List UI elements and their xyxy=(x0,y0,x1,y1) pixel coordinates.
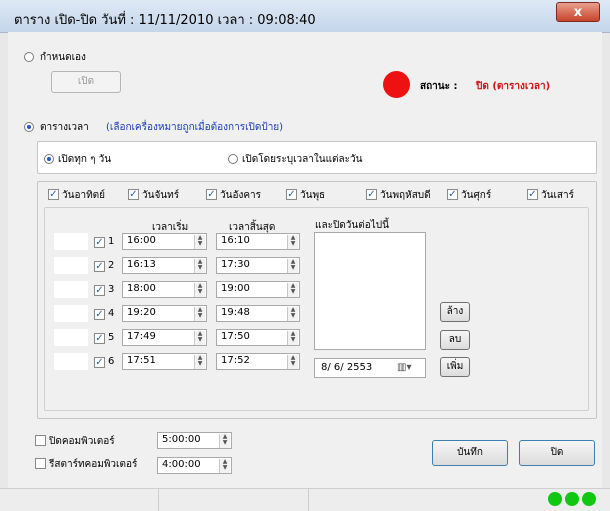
close-window-button[interactable]: x xyxy=(556,2,600,22)
end-time-spinner[interactable]: ▲ ▼ xyxy=(287,307,298,321)
day-checkbox[interactable]: ✓ xyxy=(447,189,458,200)
delete-button[interactable]: ลบ xyxy=(440,330,470,350)
mode-per-day-radio[interactable] xyxy=(228,154,238,164)
row-checkbox[interactable]: ✓ xyxy=(94,309,105,320)
status-bar-segment xyxy=(8,489,159,511)
end-time-value: 16:10 xyxy=(221,235,250,246)
closed-date-picker[interactable]: 8/ 6/ 2553 ▥▾ xyxy=(314,358,426,378)
start-time-spinner[interactable]: ▲ ▼ xyxy=(194,307,205,321)
day-checkbox[interactable]: ✓ xyxy=(128,189,139,200)
closed-days-header: และปิดวันต่อไปนี้ xyxy=(315,220,389,231)
manual-label: กำหนดเอง xyxy=(40,52,86,63)
start-time-spinner[interactable]: ▲ ▼ xyxy=(194,283,205,297)
title-bar: ตาราง เปิด-ปิด วันที่ : 11/11/2010 เวลา … xyxy=(0,0,610,33)
end-time-value: 17:30 xyxy=(221,259,250,270)
row-number: 3 xyxy=(108,284,115,295)
shutdown-checkbox[interactable] xyxy=(35,435,46,446)
day-label: วันจันทร์ xyxy=(142,190,180,201)
end-time-value: 17:50 xyxy=(221,331,250,342)
status-value: ปิด (ตารางเวลา) xyxy=(476,81,551,92)
calendar-dropdown-icon[interactable]: ▥▾ xyxy=(397,359,411,377)
mode-everyday-label: เปิดทุก ๆ วัน xyxy=(58,154,112,165)
row-checkbox[interactable]: ✓ xyxy=(94,357,105,368)
day-checkbox[interactable]: ✓ xyxy=(527,189,538,200)
day-label: วันพุธ xyxy=(300,190,326,201)
row-label-blank xyxy=(54,257,88,274)
start-time-value: 17:49 xyxy=(127,331,156,342)
row-label-blank xyxy=(54,305,88,322)
day-label: วันเสาร์ xyxy=(541,190,574,201)
clear-button[interactable]: ล้าง xyxy=(440,302,470,322)
status-bar-segment xyxy=(158,489,309,511)
day-checkbox[interactable]: ✓ xyxy=(48,189,59,200)
window-title: ตาราง เปิด-ปิด วันที่ : 11/11/2010 เวลา … xyxy=(14,13,316,28)
connection-indicator-icon xyxy=(548,492,562,506)
schedule-hint: (เลือกเครื่องหมายถูกเมื่อต้องการเปิดป้าย… xyxy=(106,122,284,133)
mode-everyday-radio[interactable] xyxy=(44,154,54,164)
end-time-spinner[interactable]: ▲ ▼ xyxy=(287,259,298,273)
start-time-value: 16:00 xyxy=(127,235,156,246)
row-label-blank xyxy=(54,281,88,298)
shutdown-time-value: 5:00:00 xyxy=(162,434,201,445)
row-label-blank xyxy=(54,329,88,346)
manual-radio[interactable] xyxy=(24,52,34,62)
closed-days-list[interactable] xyxy=(314,232,426,350)
end-time-spinner[interactable]: ▲ ▼ xyxy=(287,331,298,345)
day-label: วันศุกร์ xyxy=(461,190,492,201)
start-time-value: 19:20 xyxy=(127,307,156,318)
close-button[interactable]: ปิด xyxy=(519,440,595,466)
row-label-blank xyxy=(54,353,88,370)
restart-time-spinner[interactable]: ▲ ▼ xyxy=(219,459,230,473)
closed-date-value: 8/ 6/ 2553 xyxy=(321,362,373,373)
schedule-radio[interactable] xyxy=(24,122,34,132)
start-time-spinner[interactable]: ▲ ▼ xyxy=(194,355,205,369)
day-label: วันพฤหัสบดี xyxy=(380,190,431,201)
end-time-value: 19:00 xyxy=(221,283,250,294)
schedule-label: ตารางเวลา xyxy=(40,122,89,133)
end-time-spinner[interactable]: ▲ ▼ xyxy=(287,355,298,369)
row-checkbox[interactable]: ✓ xyxy=(94,285,105,296)
day-checkbox[interactable]: ✓ xyxy=(206,189,217,200)
start-time-spinner[interactable]: ▲ ▼ xyxy=(194,235,205,249)
row-number: 5 xyxy=(108,332,115,343)
start-time-value: 16:13 xyxy=(127,259,156,270)
shutdown-label: ปิดคอมพิวเตอร์ xyxy=(49,436,115,447)
manual-open-button[interactable]: เปิด xyxy=(51,71,121,93)
day-checkbox[interactable]: ✓ xyxy=(286,189,297,200)
restart-checkbox[interactable] xyxy=(35,458,46,469)
end-time-value: 17:52 xyxy=(221,355,250,366)
row-checkbox[interactable]: ✓ xyxy=(94,261,105,272)
day-checkbox[interactable]: ✓ xyxy=(366,189,377,200)
status-bar xyxy=(0,488,610,511)
end-time-value: 19:48 xyxy=(221,307,250,318)
row-checkbox[interactable]: ✓ xyxy=(94,333,105,344)
row-number: 6 xyxy=(108,356,115,367)
save-button[interactable]: บันทึก xyxy=(432,440,508,466)
day-label: วันอาทิตย์ xyxy=(62,190,106,201)
row-label-blank xyxy=(54,233,88,250)
shutdown-time-spinner[interactable]: ▲ ▼ xyxy=(219,434,230,448)
day-label: วันอังคาร xyxy=(220,190,262,201)
start-time-spinner[interactable]: ▲ ▼ xyxy=(194,259,205,273)
start-time-value: 17:51 xyxy=(127,355,156,366)
restart-label: รีสตาร์ทคอมพิวเตอร์ xyxy=(49,459,138,470)
end-time-spinner[interactable]: ▲ ▼ xyxy=(287,235,298,249)
add-button[interactable]: เพิ่ม xyxy=(440,357,470,377)
restart-time-value: 4:00:00 xyxy=(162,459,201,470)
status-indicator-icon xyxy=(383,71,410,98)
row-number: 2 xyxy=(108,260,115,271)
mode-per-day-label: เปิดโดยระบุเวลาในแต่ละวัน xyxy=(242,154,363,165)
row-checkbox[interactable]: ✓ xyxy=(94,237,105,248)
row-number: 1 xyxy=(108,236,115,247)
connection-indicator-icon xyxy=(582,492,596,506)
start-time-spinner[interactable]: ▲ ▼ xyxy=(194,331,205,345)
end-time-spinner[interactable]: ▲ ▼ xyxy=(287,283,298,297)
status-label: สถานะ : xyxy=(420,81,458,92)
row-number: 4 xyxy=(108,308,115,319)
start-time-value: 18:00 xyxy=(127,283,156,294)
connection-indicator-icon xyxy=(565,492,579,506)
